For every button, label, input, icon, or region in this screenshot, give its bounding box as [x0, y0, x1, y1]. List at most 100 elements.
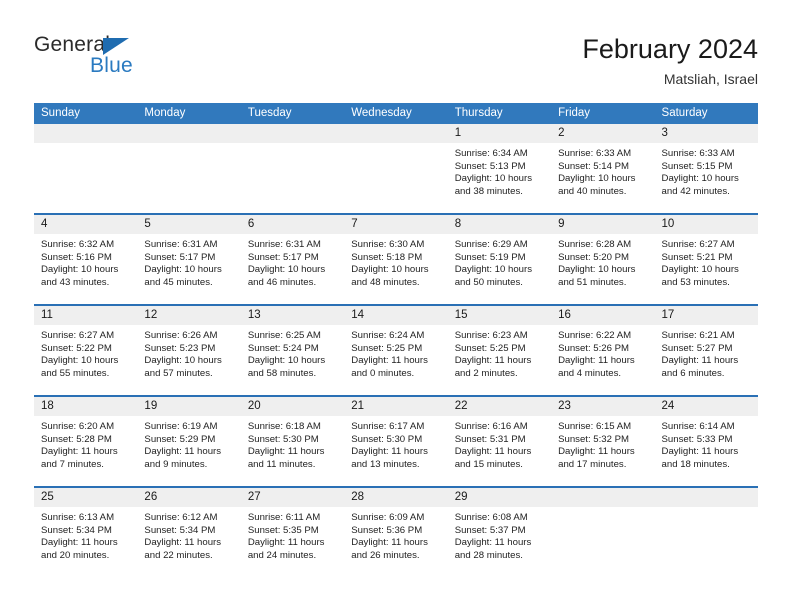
daylight-text-line2: and 46 minutes. [247, 276, 317, 288]
daylight-text-line1: Daylight: 11 hours [558, 355, 635, 367]
day-sun-info: Sunrise: 6:20 AM Sunset: 5:28 PM Daylight:… [34, 416, 137, 471]
day-cell[interactable]: 25 Sunrise: 6:13 AM Sunset: 5:34 PM Dayligh… [34, 488, 138, 577]
day-number-band: 7 [344, 215, 448, 234]
day-cell[interactable]: 12 Sunrise: 6:26 AM Sunset: 5:23 PM Dayligh… [137, 306, 241, 395]
day-number: 10 [661, 218, 675, 230]
day-cell[interactable]: 7 Sunrise: 6:30 AM Sunset: 5:18 PM Daylight… [344, 215, 448, 304]
day-cell[interactable]: 18 Sunrise: 6:20 AM Sunset: 5:28 PM Dayligh… [34, 397, 138, 486]
day-number-band: 10 [654, 215, 758, 234]
week-grid: 25 Sunrise: 6:13 AM Sunset: 5:34 PM Dayligh… [34, 488, 758, 577]
daylight-text-line2: and 53 minutes. [661, 276, 730, 288]
day-sun-info: Sunrise: 6:32 AM Sunset: 5:16 PM Daylight:… [34, 234, 137, 289]
day-cell[interactable]: 27 Sunrise: 6:11 AM Sunset: 5:35 PM Dayligh… [240, 488, 345, 577]
day-cell-empty [137, 124, 241, 213]
day-number-band: 5 [137, 215, 241, 234]
day-number-band: 2 [551, 124, 655, 143]
daylight-text-line1: Daylight: 10 hours [661, 173, 739, 185]
sunrise-text: Sunrise: 6:23 AM [454, 330, 528, 341]
day-cell[interactable]: 4 Sunrise: 6:32 AM Sunset: 5:16 PM Daylight… [34, 215, 138, 304]
day-cell[interactable]: 14 Sunrise: 6:24 AM Sunset: 5:25 PM Dayligh… [344, 306, 448, 395]
sunrise-text: Sunrise: 6:30 AM [351, 239, 425, 250]
sunset-text: Sunset: 5:31 PM [454, 433, 526, 445]
day-number-band: 13 [240, 306, 345, 325]
daylight-text-line1: Daylight: 10 hours [41, 264, 119, 276]
day-cell[interactable]: 28 Sunrise: 6:09 AM Sunset: 5:36 PM Dayligh… [344, 488, 448, 577]
day-cell[interactable]: 22 Sunrise: 6:16 AM Sunset: 5:31 PM Dayligh… [447, 397, 552, 486]
day-cell-empty [34, 124, 138, 213]
sunset-text: Sunset: 5:13 PM [454, 160, 526, 172]
day-cell[interactable]: 6 Sunrise: 6:31 AM Sunset: 5:17 PM Daylight… [240, 215, 345, 304]
day-number: 14 [351, 309, 365, 321]
sunrise-text: Sunrise: 6:12 AM [144, 512, 218, 523]
day-cell[interactable]: 15 Sunrise: 6:23 AM Sunset: 5:25 PM Dayligh… [447, 306, 552, 395]
day-sun-info: Sunrise: 6:28 AM Sunset: 5:20 PM Daylight:… [551, 234, 654, 289]
sunrise-text: Sunrise: 6:13 AM [41, 512, 115, 523]
day-cell[interactable]: 1 Sunrise: 6:34 AM Sunset: 5:13 PM Daylight… [447, 124, 552, 213]
day-number-band [654, 488, 758, 507]
day-cell[interactable]: 21 Sunrise: 6:17 AM Sunset: 5:30 PM Dayligh… [344, 397, 448, 486]
sunrise-text: Sunrise: 6:22 AM [558, 330, 632, 341]
daylight-text-line1: Daylight: 10 hours [144, 355, 222, 367]
day-cell[interactable]: 29 Sunrise: 6:08 AM Sunset: 5:37 PM Dayligh… [447, 488, 552, 577]
sunrise-text: Sunrise: 6:33 AM [558, 148, 632, 159]
day-cell[interactable]: 10 Sunrise: 6:27 AM Sunset: 5:21 PM Dayligh… [654, 215, 758, 304]
sunrise-text: Sunrise: 6:26 AM [144, 330, 218, 341]
sunset-text: Sunset: 5:30 PM [247, 433, 319, 445]
day-number: 11 [41, 309, 53, 321]
daylight-text-line2: and 51 minutes. [558, 276, 627, 288]
daylight-text-line2: and 20 minutes. [41, 549, 110, 561]
day-number: 24 [661, 400, 675, 412]
day-sun-info: Sunrise: 6:26 AM Sunset: 5:23 PM Daylight:… [137, 325, 240, 380]
daylight-text-line1: Daylight: 11 hours [351, 355, 428, 367]
day-sun-info: Sunrise: 6:09 AM Sunset: 5:36 PM Daylight:… [344, 507, 447, 562]
daylight-text-line1: Daylight: 10 hours [247, 264, 326, 276]
sunset-text: Sunset: 5:26 PM [558, 342, 630, 354]
day-cell[interactable]: 3 Sunrise: 6:33 AM Sunset: 5:15 PM Daylight… [654, 124, 758, 213]
weekday-header-monday: Monday [144, 107, 186, 119]
day-number: 15 [454, 309, 468, 321]
weekday-header-thursday: Thursday [454, 107, 503, 119]
day-cell[interactable]: 13 Sunrise: 6:25 AM Sunset: 5:24 PM Dayligh… [240, 306, 345, 395]
day-number: 6 [247, 218, 255, 230]
day-number-band: 25 [34, 488, 138, 507]
day-sun-info: Sunrise: 6:29 AM Sunset: 5:19 PM Daylight:… [448, 234, 551, 289]
day-cell[interactable]: 26 Sunrise: 6:12 AM Sunset: 5:34 PM Dayligh… [137, 488, 241, 577]
day-cell[interactable]: 19 Sunrise: 6:19 AM Sunset: 5:29 PM Dayligh… [137, 397, 241, 486]
daylight-text-line2: and 58 minutes. [247, 367, 317, 379]
weekday-header-row: Sunday Monday Tuesday Wednesday Thursday Frid… [34, 103, 758, 124]
daylight-text-line2: and 6 minutes. [661, 367, 725, 379]
sunrise-text: Sunrise: 6:08 AM [454, 512, 528, 523]
sunset-text: Sunset: 5:34 PM [41, 524, 112, 536]
day-cell[interactable]: 9 Sunrise: 6:28 AM Sunset: 5:20 PM Daylight… [551, 215, 655, 304]
daylight-text-line1: Daylight: 10 hours [247, 355, 326, 367]
sunset-text: Sunset: 5:27 PM [661, 342, 733, 354]
day-number: 13 [247, 309, 261, 321]
day-number-band: 4 [34, 215, 138, 234]
day-cell[interactable]: 11 Sunrise: 6:27 AM Sunset: 5:22 PM Dayligh… [34, 306, 138, 395]
day-sun-info: Sunrise: 6:24 AM Sunset: 5:25 PM Daylight:… [344, 325, 447, 380]
sunrise-text: Sunrise: 6:31 AM [144, 239, 218, 250]
day-cell[interactable]: 8 Sunrise: 6:29 AM Sunset: 5:19 PM Daylight… [447, 215, 552, 304]
day-cell[interactable]: 20 Sunrise: 6:18 AM Sunset: 5:30 PM Dayligh… [240, 397, 345, 486]
general-blue-logo[interactable]: General Blue [34, 33, 244, 89]
daylight-text-line1: Daylight: 11 hours [41, 537, 118, 549]
day-sun-info: Sunrise: 6:14 AM Sunset: 5:33 PM Daylight:… [655, 416, 758, 471]
day-number-band: 1 [447, 124, 552, 143]
daylight-text-line1: Daylight: 11 hours [351, 537, 428, 549]
day-cell[interactable]: 23 Sunrise: 6:15 AM Sunset: 5:32 PM Dayligh… [551, 397, 655, 486]
day-number-band [240, 124, 345, 143]
sunrise-text: Sunrise: 6:34 AM [454, 148, 528, 159]
day-cell-empty [654, 488, 758, 577]
day-number-band: 8 [447, 215, 552, 234]
day-cell[interactable]: 5 Sunrise: 6:31 AM Sunset: 5:17 PM Daylight… [137, 215, 241, 304]
sunset-text: Sunset: 5:25 PM [454, 342, 526, 354]
day-cell[interactable]: 17 Sunrise: 6:21 AM Sunset: 5:27 PM Dayligh… [654, 306, 758, 395]
daylight-text-line1: Daylight: 11 hours [247, 537, 325, 549]
day-cell[interactable]: 16 Sunrise: 6:22 AM Sunset: 5:26 PM Dayligh… [551, 306, 655, 395]
weekday-header-wednesday: Wednesday [351, 107, 412, 119]
daylight-text-line2: and 9 minutes. [144, 458, 208, 470]
day-cell[interactable]: 24 Sunrise: 6:14 AM Sunset: 5:33 PM Dayligh… [654, 397, 758, 486]
day-cell[interactable]: 2 Sunrise: 6:33 AM Sunset: 5:14 PM Daylight… [551, 124, 655, 213]
day-number-band: 21 [344, 397, 448, 416]
day-number: 18 [41, 400, 54, 412]
